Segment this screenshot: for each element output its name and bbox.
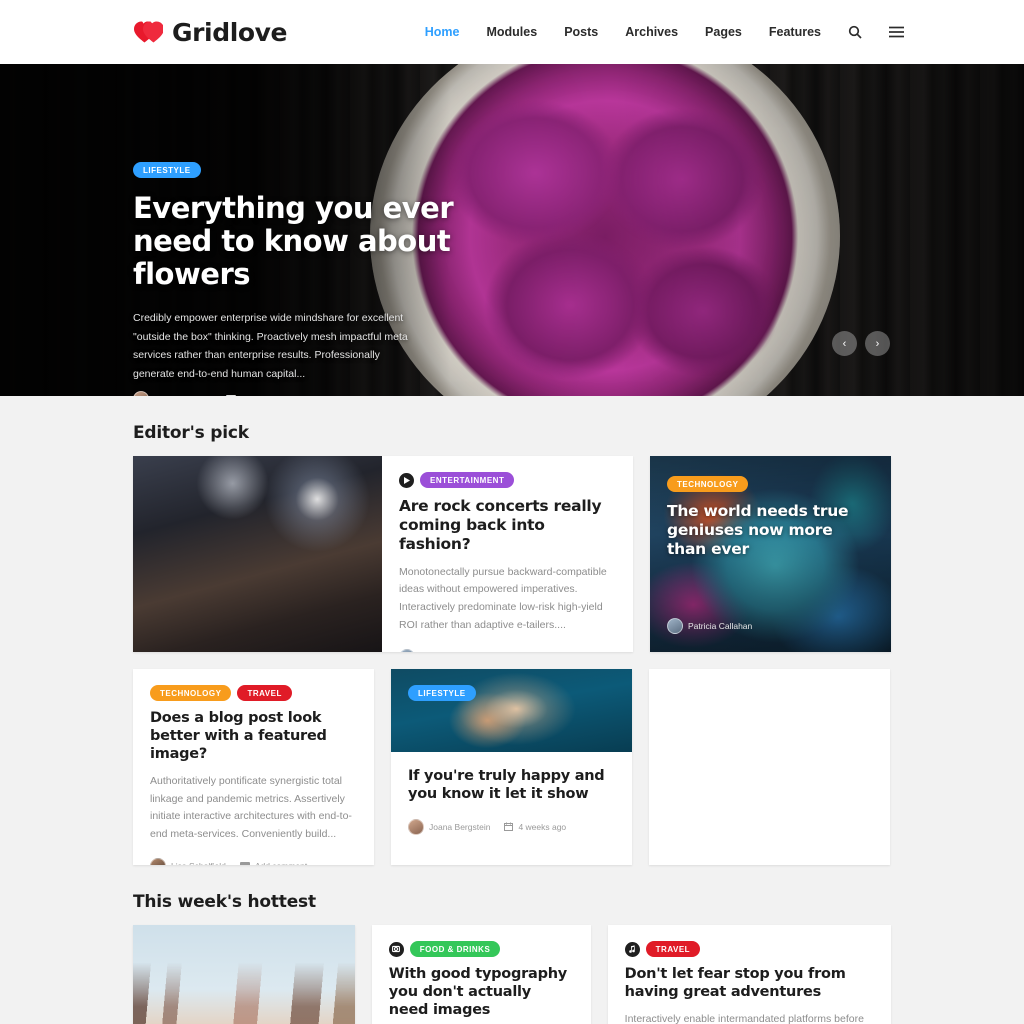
card-title[interactable]: Does a blog post look better with a feat… — [150, 710, 357, 764]
hero-category-badge[interactable]: LIFESTYLE — [133, 162, 201, 178]
search-icon[interactable] — [848, 25, 862, 39]
card-author[interactable]: Joana Bergstein — [408, 818, 491, 835]
avatar — [408, 818, 424, 835]
card-excerpt: Monotonectally pursue backward-compatibl… — [399, 565, 607, 631]
music-icon — [624, 941, 640, 957]
card-title[interactable]: Are rock concerts really coming back int… — [399, 497, 616, 555]
card-title[interactable]: Don't let fear stop you from having grea… — [625, 966, 874, 1002]
nav-item-modules[interactable]: Modules — [486, 25, 537, 39]
site-header: Gridlove Home Modules Posts Archives Pag… — [0, 0, 1024, 64]
card-title[interactable]: The world needs true geniuses now more t… — [667, 502, 874, 560]
card-author[interactable]: Patricia Callahan — [667, 618, 752, 634]
card-date: 4 weeks ago — [504, 822, 566, 832]
card-author-name: Joana Bergstein — [429, 821, 491, 832]
card-add-comment[interactable]: Add comment — [239, 861, 307, 865]
section-title-weeks-hottest: This week's hottest — [133, 892, 316, 912]
card-author-name: Patricia Callahan — [688, 621, 753, 631]
card-thumbnail-concert — [133, 456, 382, 652]
heart-logo-icon — [133, 20, 163, 44]
card-placeholder-empty[interactable] — [649, 669, 890, 865]
category-badge-lifestyle[interactable]: LIFESTYLE — [408, 685, 476, 701]
card-truly-happy[interactable]: LIFESTYLE If you're truly happy and you … — [391, 669, 632, 865]
category-badge-technology[interactable]: TECHNOLOGY — [667, 476, 749, 492]
card-excerpt: Interactively enable intermandated platf… — [624, 1012, 864, 1024]
card-town[interactable] — [133, 925, 355, 1024]
category-badge-technology[interactable]: TECHNOLOGY — [150, 685, 232, 701]
card-author[interactable]: Patricia Callahan — [399, 649, 484, 652]
weeks-hottest-row: FOOD & DRINKS With good typography you d… — [133, 925, 891, 1024]
hero-excerpt: Credibly empower enterprise wide mindsha… — [133, 312, 408, 380]
play-icon — [399, 472, 414, 488]
card-comment-action: Add comment — [255, 861, 307, 865]
category-badge-food-drinks[interactable]: FOOD & DRINKS — [409, 941, 501, 957]
card-true-geniuses[interactable]: TECHNOLOGY The world needs true geniuses… — [650, 456, 891, 652]
card-great-adventures[interactable]: TRAVEL Don't let fear stop you from havi… — [607, 925, 891, 1024]
card-thumbnail-town — [133, 925, 355, 1024]
card-author-name: Lisa Scholfield — [171, 861, 226, 865]
hero-title[interactable]: Everything you ever need to know about f… — [133, 191, 463, 291]
comment-icon — [225, 394, 236, 396]
primary-navigation: Home Modules Posts Archives Pages Featur… — [425, 25, 904, 39]
avatar — [133, 391, 149, 396]
hero-carousel-controls: ‹ › — [832, 331, 890, 356]
hero-author[interactable]: Lisa Scholfield — [133, 391, 209, 396]
category-badge-travel[interactable]: TRAVEL — [645, 941, 701, 957]
site-logo[interactable]: Gridlove — [133, 17, 288, 47]
avatar — [399, 649, 415, 652]
calendar-icon — [504, 822, 514, 832]
carousel-prev-button[interactable]: ‹ — [832, 331, 857, 356]
category-badge-entertainment[interactable]: ENTERTAINMENT — [420, 472, 515, 488]
card-rock-concerts[interactable]: ENTERTAINMENT Are rock concerts really c… — [133, 456, 633, 652]
nav-item-posts[interactable]: Posts — [564, 25, 598, 39]
section-title-editors-pick: Editor's pick — [133, 423, 249, 443]
card-title[interactable]: If you're truly happy and you know it le… — [408, 768, 615, 804]
hero-comment-count: 4 comments — [241, 394, 287, 396]
hamburger-menu-icon[interactable] — [889, 26, 904, 38]
avatar — [150, 858, 166, 865]
card-blog-post-featured-image[interactable]: TECHNOLOGY TRAVEL Does a blog post look … — [133, 669, 374, 865]
nav-item-pages[interactable]: Pages — [705, 25, 742, 39]
avatar — [667, 618, 683, 634]
gallery-icon — [388, 941, 404, 957]
hero-slider: LIFESTYLE Everything you ever need to kn… — [0, 64, 1024, 396]
hero-content: LIFESTYLE Everything you ever need to kn… — [133, 160, 463, 383]
card-good-typography[interactable]: FOOD & DRINKS With good typography you d… — [371, 925, 591, 1024]
hero-comments[interactable]: 4 comments — [225, 394, 287, 396]
category-badge-travel[interactable]: TRAVEL — [237, 685, 292, 701]
comment-icon — [239, 861, 250, 865]
nav-item-archives[interactable]: Archives — [625, 25, 678, 39]
nav-item-home[interactable]: Home — [425, 25, 460, 39]
site-logo-text: Gridlove — [172, 17, 288, 47]
card-author[interactable]: Lisa Scholfield — [150, 858, 226, 865]
card-date-text: 4 weeks ago — [518, 821, 567, 832]
hero-meta: Lisa Scholfield 4 comments — [133, 391, 287, 396]
card-thumbnail-fireworks: LIFESTYLE — [391, 669, 632, 752]
carousel-next-button[interactable]: › — [865, 331, 890, 356]
editors-pick-row-2: TECHNOLOGY TRAVEL Does a blog post look … — [133, 669, 891, 865]
main-content: Editor's pick ENTERTAINMENT Are rock con… — [0, 423, 1024, 1024]
hero-author-name: Lisa Scholfield — [154, 394, 209, 396]
nav-item-features[interactable]: Features — [769, 25, 821, 39]
card-excerpt: Authoritatively pontificate synergistic … — [150, 774, 352, 840]
editors-pick-row-1: ENTERTAINMENT Are rock concerts really c… — [133, 456, 891, 652]
card-title[interactable]: With good typography you don't actually … — [389, 966, 574, 1020]
